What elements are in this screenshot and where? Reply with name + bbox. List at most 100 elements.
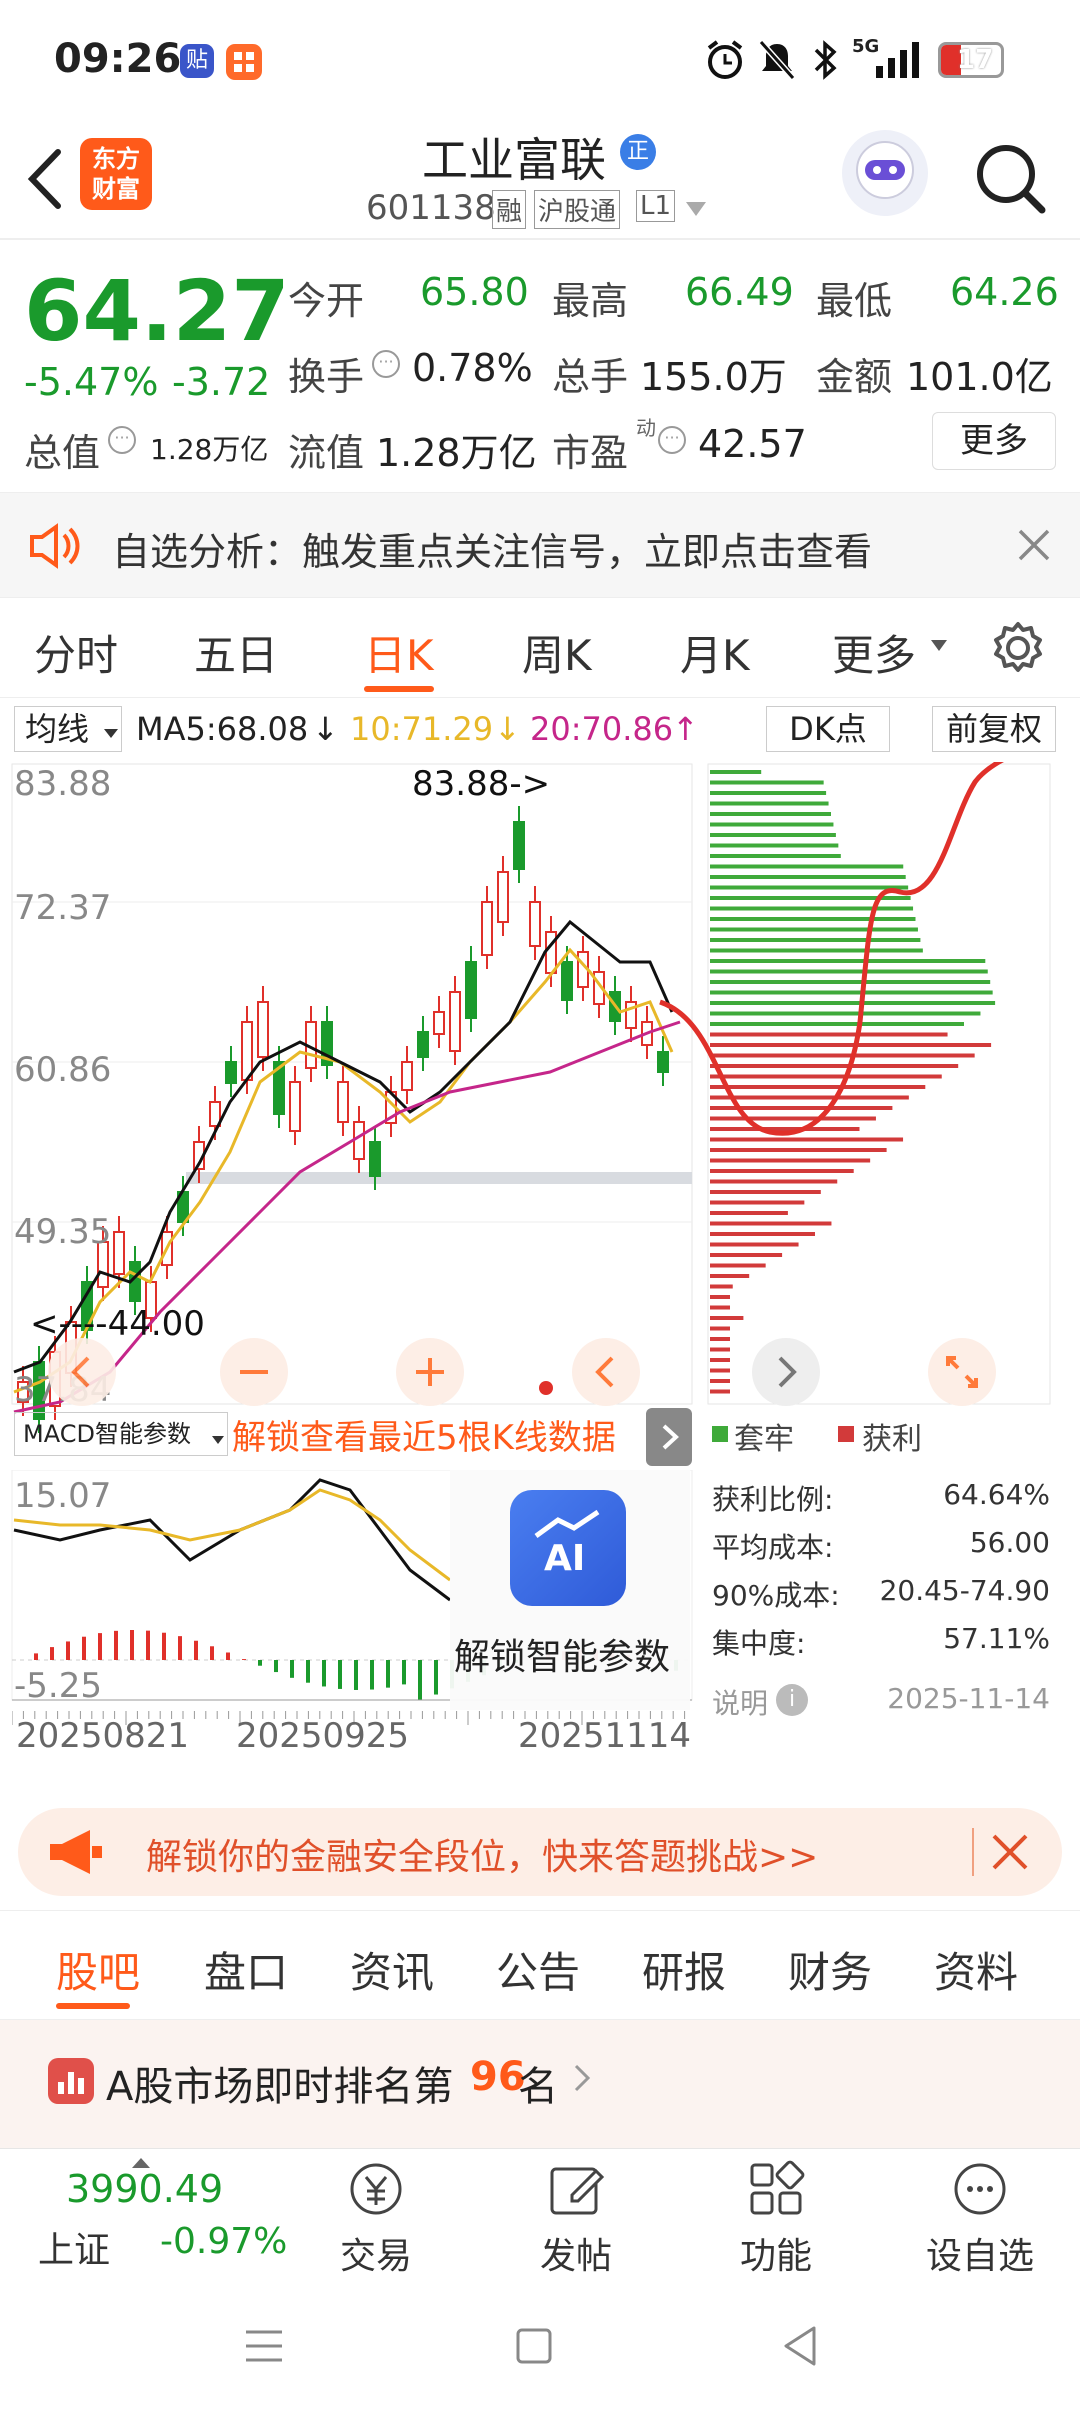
- macd-bar: [146, 1630, 150, 1660]
- index-value[interactable]: 3990.49: [66, 2167, 223, 2211]
- settings-icon[interactable]: [990, 620, 1046, 680]
- max-price-marker: 83.88->: [412, 764, 551, 804]
- notice-text: 自选分析：触发重点关注信号，立即点击查看: [112, 530, 873, 574]
- tab-intraday[interactable]: 分时: [34, 622, 118, 683]
- dropdown-icon[interactable]: [684, 200, 708, 222]
- macd-unlock-text[interactable]: 解锁查看最近5根K线数据: [232, 1410, 616, 1459]
- chip-bar: [710, 1032, 948, 1037]
- legend-trapped-swatch: [712, 1426, 728, 1442]
- signal-icon: [870, 40, 930, 84]
- analysis-notice[interactable]: 自选分析：触发重点关注信号，立即点击查看: [0, 492, 1080, 598]
- scroll-left-button[interactable]: [48, 1338, 116, 1406]
- macd-bar: [370, 1660, 374, 1690]
- market-rank[interactable]: A股市场即时排名第 96 名: [0, 2020, 1080, 2150]
- macd-bar: [322, 1660, 326, 1687]
- tab-weekly-k[interactable]: 周K: [522, 622, 592, 683]
- active-tab-indicator: [364, 686, 434, 692]
- candle: [401, 1061, 413, 1091]
- macd-bar: [434, 1660, 438, 1695]
- tag-connect: 沪股通: [534, 190, 621, 229]
- info-icon[interactable]: i: [776, 1684, 808, 1716]
- chevron-right-icon: [572, 2062, 592, 2098]
- macd-high-label: 15.07: [14, 1476, 112, 1516]
- eastmoney-logo[interactable]: 东方 财富: [80, 138, 152, 210]
- edit-icon: [546, 2159, 606, 2223]
- date-label: 20250925: [236, 1716, 410, 1756]
- candle: [289, 1081, 301, 1132]
- adjust-button[interactable]: 前复权: [932, 706, 1056, 752]
- prev-button[interactable]: [572, 1338, 640, 1406]
- candlestick-chart[interactable]: [0, 762, 1080, 1502]
- zoom-out-button[interactable]: [220, 1338, 288, 1406]
- tab-daily-k[interactable]: 日K: [364, 622, 434, 683]
- banner-text: 解锁你的金融安全段位，快来答题挑战>>: [146, 1837, 819, 1878]
- quiz-banner[interactable]: 解锁你的金融安全段位，快来答题挑战>>: [18, 1808, 1062, 1896]
- trade-button[interactable]: 交易: [300, 2149, 450, 2279]
- ma10-value: 10:71.29: [350, 710, 494, 748]
- tab-research[interactable]: 研报: [642, 1939, 726, 2000]
- tab-forum[interactable]: 股吧: [56, 1939, 140, 2000]
- ai-unlock-panel[interactable]: AI 解锁智能参数: [450, 1470, 690, 1710]
- macd-bar: [34, 1653, 38, 1660]
- chip-bar: [710, 1011, 981, 1016]
- chip-bar: [710, 1274, 750, 1278]
- pe-label: 市盈: [552, 431, 629, 475]
- macd-bar: [258, 1660, 262, 1666]
- change-percent: -5.47%: [24, 360, 159, 404]
- tab-announcements[interactable]: 公告: [496, 1939, 580, 2000]
- info-icon[interactable]: ···: [658, 426, 686, 454]
- dk-point-button[interactable]: DK点: [766, 706, 890, 752]
- chart-icon: [48, 2058, 94, 2104]
- candle: [241, 1021, 253, 1081]
- tab-orderbook[interactable]: 盘口: [204, 1939, 288, 2000]
- chip-bar: [710, 1232, 815, 1236]
- functions-button[interactable]: 功能: [700, 2149, 850, 2279]
- candle: [433, 1011, 445, 1035]
- menu-icon[interactable]: [244, 2326, 284, 2370]
- candle: [417, 1031, 429, 1058]
- tab-profile[interactable]: 资料: [934, 1939, 1018, 2000]
- chip-bar: [710, 1074, 942, 1079]
- back-icon[interactable]: [22, 144, 66, 218]
- note-link[interactable]: 说明: [712, 1682, 768, 1722]
- tab-news[interactable]: 资讯: [350, 1939, 434, 2000]
- close-icon[interactable]: [1016, 527, 1052, 567]
- info-icon[interactable]: ···: [108, 426, 136, 454]
- info-icon[interactable]: ···: [372, 350, 400, 378]
- megaphone-icon: [46, 1828, 106, 1880]
- chip-bar: [710, 780, 824, 785]
- more-button[interactable]: 更多: [932, 412, 1056, 470]
- tab-monthly-k[interactable]: 月K: [680, 622, 750, 683]
- add-watchlist-button[interactable]: 设自选: [900, 2149, 1070, 2279]
- zoom-in-button[interactable]: [396, 1338, 464, 1406]
- home-icon[interactable]: [514, 2326, 554, 2370]
- chip-bar: [710, 1001, 996, 1005]
- next-button[interactable]: [752, 1338, 820, 1406]
- search-icon[interactable]: [972, 140, 1048, 220]
- candle: [257, 1001, 269, 1058]
- verified-badge: 正: [620, 134, 656, 170]
- index-name[interactable]: 上证: [38, 2221, 110, 2273]
- chip-bar: [710, 1379, 730, 1383]
- tab-five-day[interactable]: 五日: [194, 622, 278, 683]
- post-button[interactable]: 发帖: [500, 2149, 650, 2279]
- tag-margin: 融: [492, 190, 527, 229]
- index-change[interactable]: -0.97%: [160, 2221, 287, 2262]
- expand-right-icon[interactable]: [646, 1408, 692, 1466]
- chip-bar: [710, 1253, 783, 1257]
- macd-bar: [386, 1660, 390, 1688]
- back-nav-icon[interactable]: [780, 2324, 820, 2372]
- chip-bar: [710, 1137, 904, 1142]
- macd-select[interactable]: MACD智能参数: [14, 1412, 228, 1456]
- macd-bar: [178, 1636, 182, 1660]
- close-icon[interactable]: [990, 1832, 1030, 1876]
- chip-bar: [710, 1337, 730, 1341]
- tab-finance[interactable]: 财务: [788, 1939, 872, 2000]
- stat-label: 获利比例:: [712, 1483, 834, 1516]
- macd-bar: [402, 1660, 406, 1685]
- fullscreen-button[interactable]: [928, 1338, 996, 1406]
- rank-suffix: 名: [518, 2064, 558, 2110]
- tab-more[interactable]: 更多: [832, 622, 916, 683]
- chip-bar: [710, 917, 916, 921]
- robot-assistant-icon[interactable]: [842, 130, 928, 216]
